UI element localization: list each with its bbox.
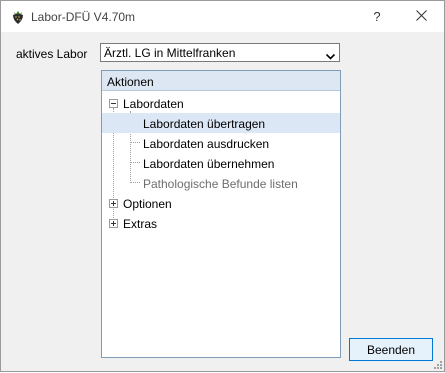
tree-item-label: Labordaten übertragen (143, 117, 266, 131)
app-strawberry-icon (10, 9, 26, 25)
help-button[interactable]: ? (357, 1, 397, 32)
tree-header-label: Aktionen (107, 75, 154, 89)
resize-grip-icon[interactable] (432, 359, 443, 370)
close-button[interactable] (399, 1, 444, 32)
chevron-down-icon (325, 49, 336, 63)
collapse-icon[interactable] (109, 99, 118, 108)
tree-item-label: Labordaten ausdrucken (143, 137, 270, 151)
main-window: Labor-DFÜ V4.70m ? aktives Labor Ärztl. … (0, 0, 445, 372)
end-button[interactable]: Beenden (349, 338, 433, 361)
title-bar: Labor-DFÜ V4.70m ? (1, 1, 444, 32)
tree-item-label: Labordaten übernehmen (143, 157, 275, 171)
active-lab-label: aktives Labor (16, 47, 88, 61)
tree-item-labordaten-uebertragen[interactable]: Labordaten übertragen (102, 113, 340, 133)
tree-item-labordaten-uebernehmen[interactable]: Labordaten übernehmen (102, 153, 340, 173)
tree-node-extras[interactable]: Extras (102, 213, 340, 233)
active-lab-select[interactable]: Ärztl. LG in Mittelfranken (100, 43, 340, 62)
tree-node-label: Labordaten (123, 97, 184, 111)
active-lab-value: Ärztl. LG in Mittelfranken (104, 46, 236, 60)
expand-icon[interactable] (109, 199, 118, 208)
tree-node-label: Optionen (123, 197, 172, 211)
tree-item-pathologische-befunde: Pathologische Befunde listen (102, 173, 340, 193)
close-icon (416, 9, 427, 24)
actions-tree: Aktionen Labordaten Labordaten übertrage… (101, 70, 341, 358)
tree-item-label: Pathologische Befunde listen (143, 177, 298, 191)
expand-icon[interactable] (109, 219, 118, 228)
tree-node-label: Extras (123, 217, 158, 231)
tree-node-optionen[interactable]: Optionen (102, 193, 340, 213)
tree-node-labordaten[interactable]: Labordaten (102, 93, 340, 113)
tree-item-labordaten-ausdrucken[interactable]: Labordaten ausdrucken (102, 133, 340, 153)
tree-header: Aktionen (102, 71, 340, 91)
window-title: Labor-DFÜ V4.70m (31, 10, 136, 24)
